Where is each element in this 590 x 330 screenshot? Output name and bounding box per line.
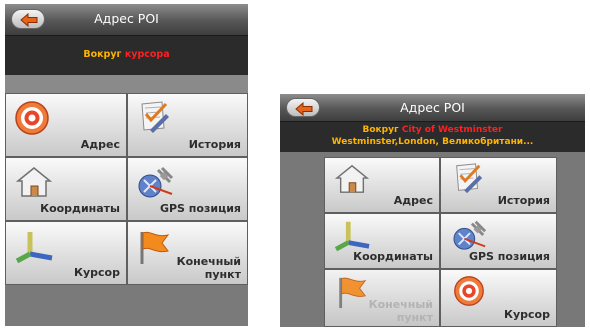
screen-right: Адрес POI Вокруг City of Westminster Wes… (280, 94, 585, 327)
title-bar: Адрес POI (280, 94, 585, 121)
subtitle-bar: Вокруг курсора (5, 35, 248, 76)
satellite-icon (453, 220, 487, 250)
coordinates-button[interactable]: Координаты (5, 157, 127, 221)
house-icon (334, 164, 370, 193)
gps-position-button[interactable]: GPS позиция (440, 213, 557, 269)
coordinates-label: Координаты (353, 250, 433, 263)
satellite-icon (138, 166, 174, 198)
title-bar: Адрес POI (5, 4, 248, 35)
coordinates-label: Координаты (40, 202, 120, 215)
gps-position-label: GPS позиция (159, 202, 241, 215)
address-label: Адрес (393, 194, 433, 207)
subtitle-bar: Вокруг City of Westminster Westminster,L… (280, 121, 585, 152)
destination-label-line2: пункт (204, 268, 241, 281)
house-icon (15, 167, 53, 197)
subtitle-prefix: Вокруг (83, 49, 122, 60)
cursor-button[interactable]: Курсор (440, 269, 557, 327)
subtitle-prefix: Вокруг (362, 125, 399, 135)
axes-icon (334, 221, 370, 252)
subtitle-line: Вокруг курсора (5, 49, 248, 60)
address-button[interactable]: Адрес (5, 93, 127, 157)
history-button[interactable]: История (127, 93, 248, 157)
destination-button[interactable]: Конечный пункт (127, 221, 248, 285)
coordinates-button[interactable]: Координаты (324, 213, 440, 269)
target-icon (15, 101, 49, 135)
destination-label-line2: пункт (396, 311, 433, 324)
cursor-label: Курсор (504, 308, 550, 321)
subtitle-value: City of Westminster (401, 125, 503, 135)
page-title: Адрес POI (94, 11, 159, 26)
destination-label-line1: Конечный (368, 298, 433, 311)
axes-icon (15, 232, 53, 264)
destination-button: Конечный пункт (324, 269, 440, 327)
subtitle-line-2: Westminster,London, Великобритани... (331, 137, 534, 147)
flag-icon (339, 277, 367, 309)
address-button[interactable]: Адрес (324, 157, 440, 213)
history-label: История (497, 194, 550, 207)
page-title: Адрес POI (400, 100, 465, 115)
address-label: Адрес (80, 138, 120, 151)
destination-label-line1: Конечный (176, 255, 241, 268)
history-checklist-icon (456, 163, 483, 194)
history-checklist-icon (141, 101, 169, 133)
gps-position-label: GPS позиция (468, 250, 550, 263)
flag-icon (140, 231, 170, 264)
screen-left: Адрес POI Вокруг курсора Адрес История К… (5, 4, 248, 326)
separator-band (5, 75, 248, 93)
subtitle-value: курсора (124, 49, 170, 60)
destination-label: Конечный пункт (177, 255, 241, 281)
history-label: История (188, 138, 241, 151)
cursor-button[interactable]: Курсор (5, 221, 127, 285)
subtitle-line-1: Вокруг City of Westminster (280, 125, 585, 135)
target-icon (454, 276, 484, 306)
gps-position-button[interactable]: GPS позиция (127, 157, 248, 221)
cursor-label: Курсор (74, 266, 120, 279)
destination-label: Конечный пункт (369, 298, 433, 324)
history-button[interactable]: История (440, 157, 557, 213)
